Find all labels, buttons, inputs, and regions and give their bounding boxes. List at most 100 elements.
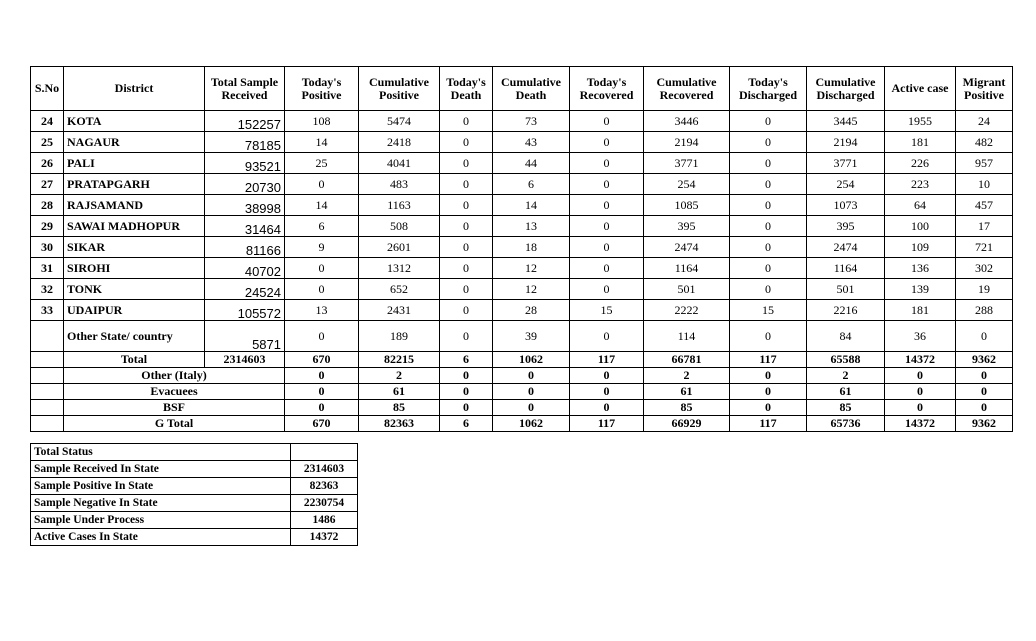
table-cell: 395: [643, 215, 730, 237]
serial-number: 30: [30, 236, 64, 258]
total-label: Total: [63, 351, 205, 368]
total-cell: 670: [284, 351, 359, 368]
summary-cell: 82363: [358, 415, 440, 432]
table-cell: 5474: [358, 110, 440, 132]
table-cell: 0: [439, 257, 493, 279]
table-row: 33 UDAIPUR 105572 13 2431 0 28 15 2222 15 2216 181 2…: [30, 299, 1013, 321]
table-cell: 1312: [358, 257, 440, 279]
summary-cell: 0: [492, 367, 570, 384]
table-cell: 501: [806, 278, 885, 300]
table-cell: 40702: [204, 257, 285, 279]
table-cell: 24: [955, 110, 1013, 132]
table-cell: 0: [729, 257, 807, 279]
summary-cell: 670: [284, 415, 359, 432]
status-label: Sample Negative In State: [30, 494, 291, 512]
summary-row: Evacuees 0 61 0 0 0 61 0 61 0 0: [30, 383, 1013, 400]
summary-cell: 2: [643, 367, 730, 384]
column-header: Migrant Positive: [955, 66, 1013, 111]
district-name: NAGAUR: [63, 131, 205, 153]
table-cell: 0: [729, 215, 807, 237]
table-cell: 64: [884, 194, 956, 216]
district-name: KOTA: [63, 110, 205, 132]
table-cell: 114: [643, 320, 730, 352]
table-cell: 181: [884, 131, 956, 153]
table-cell: 9: [284, 236, 359, 258]
summary-label: Evacuees: [63, 383, 285, 400]
table-cell: 136: [884, 257, 956, 279]
table-cell: 1164: [643, 257, 730, 279]
summary-row: BSF 0 85 0 0 0 85 0 85 0 0: [30, 399, 1013, 416]
table-cell: 508: [358, 215, 440, 237]
table-cell: 254: [643, 173, 730, 195]
table-cell: 0: [569, 236, 644, 258]
table-cell: 14: [284, 194, 359, 216]
summary-cell: 0: [955, 399, 1013, 416]
summary-cell: 61: [806, 383, 885, 400]
summary-cell: 65736: [806, 415, 885, 432]
status-value: 82363: [290, 477, 358, 495]
summary-cell: 9362: [955, 415, 1013, 432]
table-cell: 1085: [643, 194, 730, 216]
table-cell: 6: [492, 173, 570, 195]
table-cell: 38998: [204, 194, 285, 216]
summary-cell: 61: [643, 383, 730, 400]
summary-cell: 0: [284, 367, 359, 384]
table-cell: 2601: [358, 236, 440, 258]
table-cell: 0: [439, 173, 493, 195]
column-header: Total Sample Received: [204, 66, 285, 111]
district-name: Other State/ country: [63, 320, 205, 352]
serial-number: 32: [30, 278, 64, 300]
summary-cell: 0: [439, 399, 493, 416]
serial-number: 25: [30, 131, 64, 153]
serial-number: 33: [30, 299, 64, 321]
column-header: Active case: [884, 66, 956, 111]
district-name: UDAIPUR: [63, 299, 205, 321]
district-covid-table: S.No District Total Sample Received Today's…: [30, 66, 1013, 432]
table-cell: 457: [955, 194, 1013, 216]
table-cell: 189: [358, 320, 440, 352]
table-cell: 0: [439, 278, 493, 300]
table-row: 28 RAJSAMAND 38998 14 1163 0 14 0 1085 0 1073 64 457: [30, 194, 1013, 216]
summary-cell: 0: [439, 383, 493, 400]
status-row: Sample Negative In State 2230754: [30, 494, 358, 512]
table-cell: 0: [729, 194, 807, 216]
district-name: PRATAPGARH: [63, 173, 205, 195]
table-cell: 0: [284, 320, 359, 352]
summary-cell: 85: [358, 399, 440, 416]
table-cell: 2474: [806, 236, 885, 258]
table-cell: 0: [729, 131, 807, 153]
table-row: 27 PRATAPGARH 20730 0 483 0 6 0 254 0 254 223 10: [30, 173, 1013, 195]
table-cell: 3771: [643, 152, 730, 174]
column-header: Cumulative Positive: [358, 66, 440, 111]
table-cell: 93521: [204, 152, 285, 174]
summary-cell: 2: [358, 367, 440, 384]
summary-cell: 0: [955, 383, 1013, 400]
column-header: Today's Discharged: [729, 66, 807, 111]
serial-number: 29: [30, 215, 64, 237]
district-name: SIKAR: [63, 236, 205, 258]
table-row: 32 TONK 24524 0 652 0 12 0 501 0 501 139 19: [30, 278, 1013, 300]
table-cell: 0: [569, 131, 644, 153]
table-row: 31 SIROHI 40702 0 1312 0 12 0 1164 0 1164 136 302: [30, 257, 1013, 279]
table-cell: 12: [492, 278, 570, 300]
table-cell: 0: [439, 131, 493, 153]
table-cell: 105572: [204, 299, 285, 321]
table-row: Other State/ country 5871 0 189 0 39 0 114 0 84 36…: [30, 320, 1013, 352]
table-row: 29 SAWAI MADHOPUR 31464 6 508 0 13 0 395 0 395 100 1…: [30, 215, 1013, 237]
blank-cell: [30, 367, 64, 384]
table-cell: 36: [884, 320, 956, 352]
table-cell: 0: [569, 257, 644, 279]
status-label: Active Cases In State: [30, 528, 291, 546]
column-header: Today's Recovered: [569, 66, 644, 111]
table-cell: 501: [643, 278, 730, 300]
table-cell: 139: [884, 278, 956, 300]
table-cell: 957: [955, 152, 1013, 174]
table-cell: 28: [492, 299, 570, 321]
table-cell: 73: [492, 110, 570, 132]
table-cell: 482: [955, 131, 1013, 153]
summary-cell: 0: [439, 367, 493, 384]
table-cell: 5871: [204, 320, 285, 352]
serial-number: 31: [30, 257, 64, 279]
summary-cell: 0: [955, 367, 1013, 384]
column-header: S.No: [30, 66, 64, 111]
